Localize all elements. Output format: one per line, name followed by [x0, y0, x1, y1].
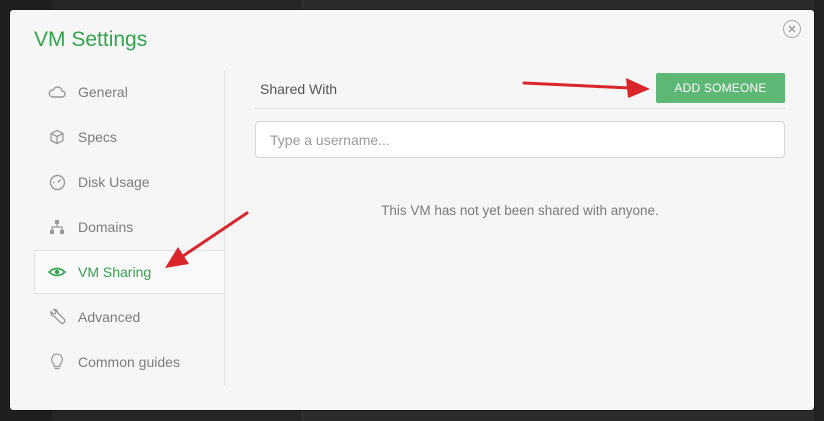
sidebar-item-specs[interactable]: Specs	[34, 115, 225, 159]
background-panel	[814, 0, 824, 421]
sidebar-item-label: Specs	[78, 129, 117, 145]
lightbulb-icon	[48, 353, 66, 371]
sidebar-item-domains[interactable]: Domains	[34, 205, 225, 249]
sidebar-item-label: Domains	[78, 219, 134, 235]
share-eye-icon	[48, 263, 66, 281]
cube-icon	[48, 128, 66, 146]
wrench-icon	[48, 308, 66, 326]
sharing-panel: Shared With ADD SOMEONE This VM has not …	[255, 70, 785, 218]
close-button[interactable]	[783, 20, 801, 38]
sidebar-item-advanced[interactable]: Advanced	[34, 295, 225, 339]
sidebar-item-general[interactable]: General	[34, 70, 225, 114]
sidebar-item-label: Common guides	[78, 354, 180, 370]
empty-state-message: This VM has not yet been shared with any…	[381, 203, 659, 218]
cloud-icon	[48, 83, 66, 101]
username-search-input[interactable]	[255, 121, 785, 158]
shared-with-label: Shared With	[260, 81, 338, 97]
settings-sidebar: General Specs Disk Usage Domains VM Shar…	[34, 70, 225, 384]
add-someone-button[interactable]: ADD SOMEONE	[656, 73, 785, 103]
sidebar-item-common-guides[interactable]: Common guides	[34, 340, 225, 384]
dialog-title: VM Settings	[34, 28, 148, 51]
sitemap-icon	[48, 218, 66, 236]
sidebar-item-vm-sharing[interactable]: VM Sharing	[34, 250, 225, 294]
sidebar-item-disk-usage[interactable]: Disk Usage	[34, 160, 225, 204]
sidebar-item-label: Advanced	[78, 309, 141, 325]
sidebar-item-label: Disk Usage	[78, 174, 150, 190]
sidebar-divider	[224, 70, 225, 386]
vm-settings-dialog: VM Settings General Specs Disk Usage Dom…	[10, 10, 814, 410]
close-icon	[788, 25, 796, 33]
shared-with-header: Shared With ADD SOMEONE	[255, 70, 785, 109]
sidebar-item-label: VM Sharing	[78, 264, 152, 280]
sidebar-item-label: General	[78, 84, 128, 100]
gauge-icon	[48, 173, 66, 191]
